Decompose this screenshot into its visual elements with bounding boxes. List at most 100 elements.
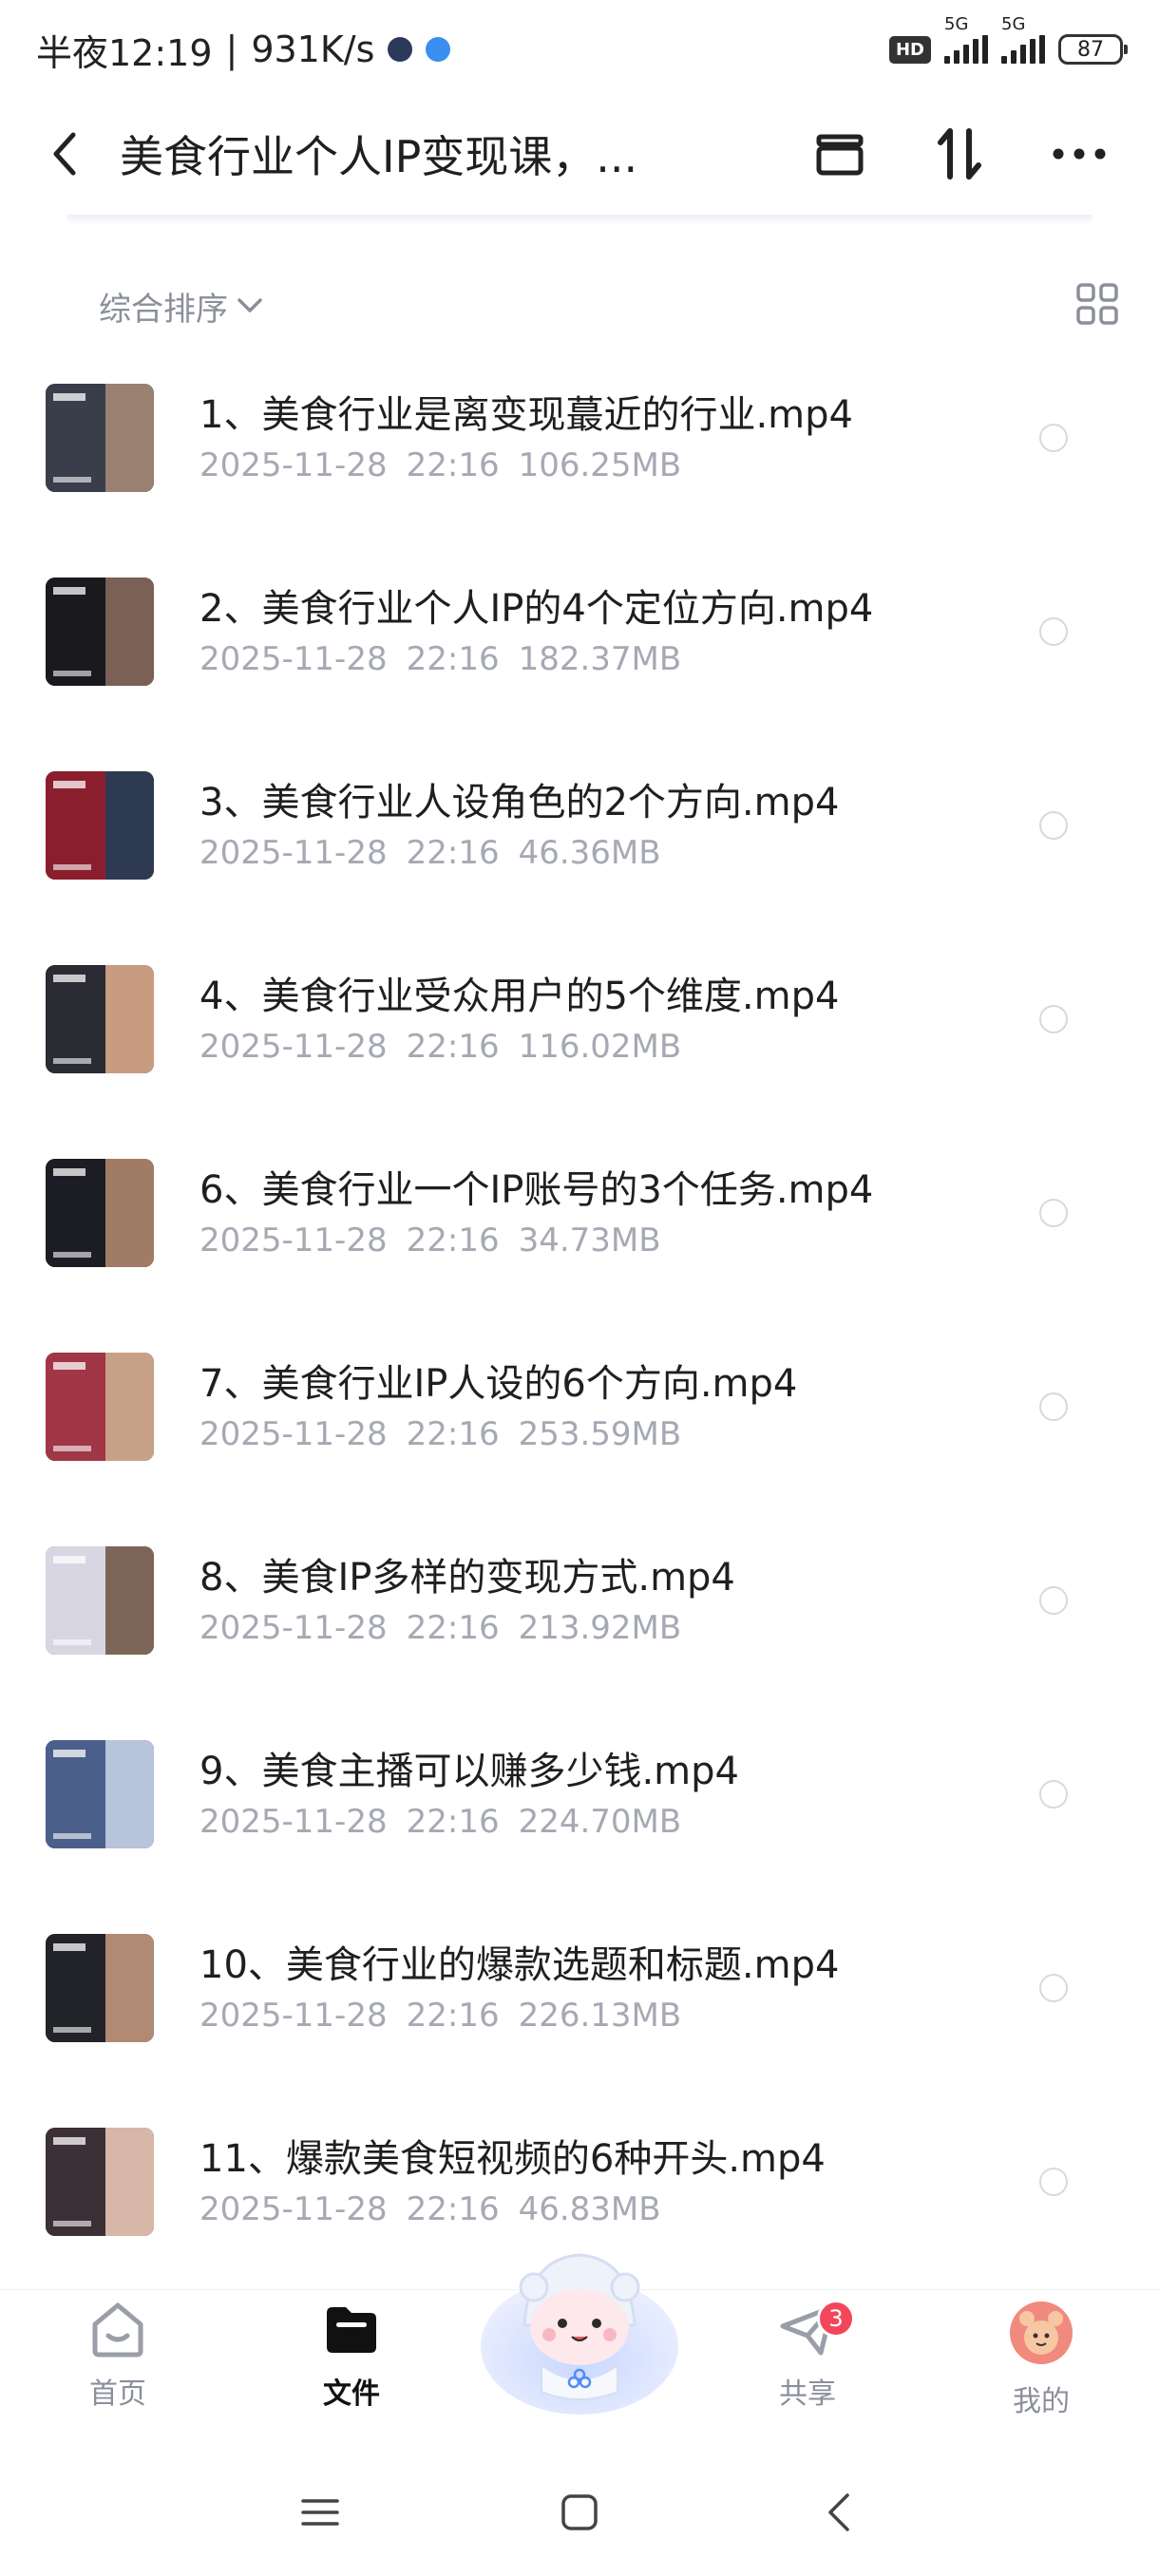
file-time: 22:16 [406,2190,500,2228]
file-time: 22:16 [406,1609,500,1647]
file-size: 213.92MB [518,1609,682,1647]
status-divider: | [225,28,238,70]
select-checkbox[interactable] [1039,2168,1068,2196]
chevron-down-icon [238,298,262,313]
file-size: 106.25MB [518,446,682,484]
select-checkbox[interactable] [1039,811,1068,840]
file-list-item[interactable]: 10、美食行业的爆款选题和标题.mp4 2025-11-28 22:16 226.13… [0,1911,1159,2105]
file-name: 7、美食行业IP人设的6个方向.mp4 [200,1362,798,1406]
status-right: HD 5G 5G 87 [888,14,1128,65]
home-system-button[interactable] [546,2479,613,2546]
sort-dropdown[interactable]: 综合排序 [99,283,264,330]
file-meta: 2025-11-28 22:16 213.92MB [200,1609,700,1647]
square-icon [561,2494,598,2530]
file-size: 46.83MB [518,2190,661,2228]
file-meta: 2025-11-28 22:16 46.83MB [200,2190,680,2228]
nav-home[interactable]: 首页 [51,2300,184,2433]
more-dots-icon [1053,148,1106,160]
file-meta: 2025-11-28 22:16 182.37MB [200,640,700,678]
search-bar-edge [66,215,1092,226]
select-checkbox[interactable] [1039,1392,1068,1421]
status-speed: 931K/s [251,28,375,70]
file-name: 1、美食行业是离变现蕞近的行业.mp4 [200,393,853,437]
back-system-button[interactable] [806,2479,872,2546]
back-button[interactable] [32,121,99,187]
sort-label: 综合排序 [99,290,228,329]
status-left: 半夜12:19 | 931K/s [36,24,451,76]
file-date: 2025-11-28 [200,1803,388,1841]
file-name: 2、美食行业个人IP的4个定位方向.mp4 [200,587,874,631]
video-thumbnail [46,578,154,686]
file-list-item[interactable]: 7、美食行业IP人设的6个方向.mp4 2025-11-28 22:16 253.59… [0,1330,1159,1524]
nav-share[interactable]: 3 共享 [741,2300,874,2433]
share-badge: 3 [817,2300,855,2338]
select-checkbox[interactable] [1039,1005,1068,1033]
file-meta: 2025-11-28 22:16 253.59MB [200,1415,700,1453]
file-name: 4、美食行业受众用户的5个维度.mp4 [200,975,840,1018]
status-bar: 半夜12:19 | 931K/s HD 5G 5G 87 [0,0,1159,99]
video-thumbnail [46,1740,154,1848]
file-list-item[interactable]: 2、美食行业个人IP的4个定位方向.mp4 2025-11-28 22:16 182.… [0,555,1159,748]
video-thumbnail [46,1353,154,1461]
file-time: 22:16 [406,1997,500,2035]
video-thumbnail [46,1159,154,1267]
video-thumbnail [46,384,154,492]
archive-button[interactable] [809,123,870,184]
file-date: 2025-11-28 [200,1609,388,1647]
menu-lines-icon [300,2499,339,2526]
select-checkbox[interactable] [1039,1586,1068,1615]
file-name: 6、美食行业一个IP账号的3个任务.mp4 [200,1168,874,1212]
archive-icon [816,134,864,176]
back-chevron-icon [828,2493,850,2531]
file-meta: 2025-11-28 22:16 46.36MB [200,834,680,872]
file-date: 2025-11-28 [200,1997,388,2035]
file-size: 116.02MB [518,1028,682,1066]
file-list-item[interactable]: 6、美食行业一个IP账号的3个任务.mp4 2025-11-28 22:16 34.7… [0,1136,1159,1330]
grid-view-button[interactable] [1075,282,1119,330]
file-time: 22:16 [406,1415,500,1453]
home-icon [92,2302,143,2358]
sort-order-button[interactable] [929,123,990,184]
select-checkbox[interactable] [1039,1974,1068,2002]
user-avatar-icon [1010,2301,1073,2364]
file-time: 22:16 [406,1028,500,1066]
video-thumbnail [46,1934,154,2042]
more-button[interactable] [1049,123,1110,184]
file-meta: 2025-11-28 22:16 106.25MB [200,446,700,484]
file-size: 182.37MB [518,640,682,678]
select-checkbox[interactable] [1039,424,1068,452]
nav-home-label: 首页 [89,2377,146,2411]
grid-icon [1076,283,1118,325]
recent-apps-button[interactable] [287,2479,353,2546]
assistant-mascot-button[interactable] [475,2232,684,2422]
file-list-item[interactable]: 1、美食行业是离变现蕞近的行业.mp4 2025-11-28 22:16 106.25… [0,361,1159,555]
file-date: 2025-11-28 [200,1415,388,1453]
file-list-item[interactable]: 8、美食IP多样的变现方式.mp4 2025-11-28 22:16 213.92MB [0,1524,1159,1717]
select-checkbox[interactable] [1039,1780,1068,1809]
nav-mine[interactable]: 我的 [975,2300,1108,2433]
file-time: 22:16 [406,1222,500,1260]
select-checkbox[interactable] [1039,1199,1068,1227]
file-date: 2025-11-28 [200,1222,388,1260]
file-list-item[interactable]: 4、美食行业受众用户的5个维度.mp4 2025-11-28 22:16 116.02… [0,942,1159,1136]
system-nav-bar [0,2460,1159,2565]
signal-icon-2: 5G [1001,14,1045,64]
file-date: 2025-11-28 [200,446,388,484]
file-name: 11、爆款美食短视频的6种开头.mp4 [200,2137,826,2181]
file-date: 2025-11-28 [200,2190,388,2228]
mascot-icon [481,2253,678,2415]
nav-files[interactable]: 文件 [285,2300,418,2433]
file-list: 1、美食行业是离变现蕞近的行业.mp4 2025-11-28 22:16 106.25… [0,361,1159,2299]
file-date: 2025-11-28 [200,1028,388,1066]
file-time: 22:16 [406,640,500,678]
file-name: 3、美食行业人设角色的2个方向.mp4 [200,781,840,824]
video-thumbnail [46,965,154,1073]
file-list-item[interactable]: 9、美食主播可以赚多少钱.mp4 2025-11-28 22:16 224.70MB [0,1717,1159,1911]
file-name: 8、美食IP多样的变现方式.mp4 [200,1556,735,1600]
file-list-item[interactable]: 3、美食行业人设角色的2个方向.mp4 2025-11-28 22:16 46.36M… [0,748,1159,942]
video-thumbnail [46,771,154,880]
file-date: 2025-11-28 [200,640,388,678]
select-checkbox[interactable] [1039,617,1068,646]
file-time: 22:16 [406,446,500,484]
file-meta: 2025-11-28 22:16 34.73MB [200,1222,680,1260]
